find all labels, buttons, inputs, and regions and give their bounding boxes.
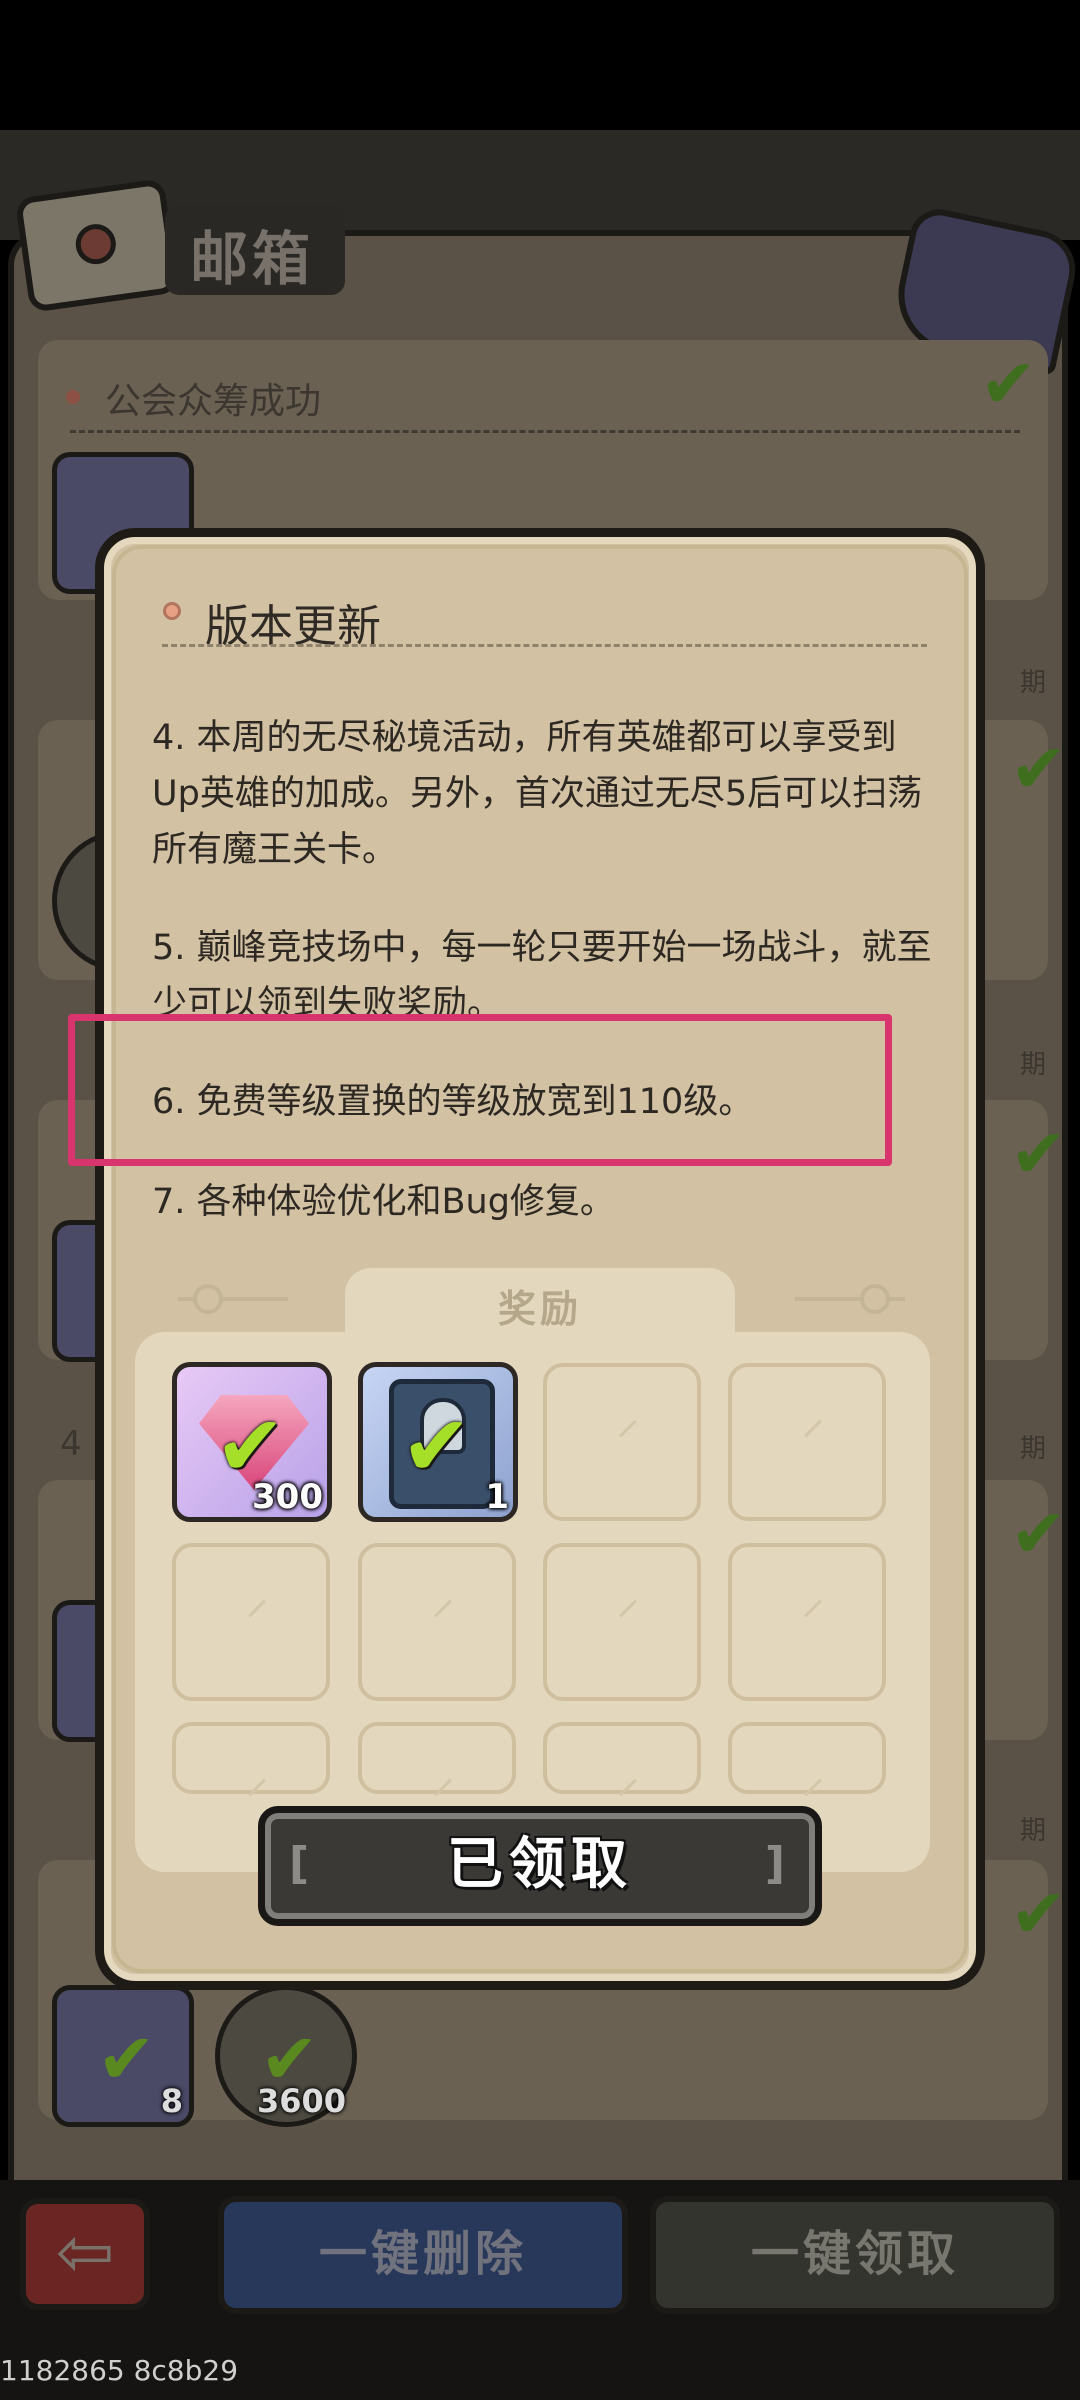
reward-ornament-right: [795, 1284, 905, 1314]
mail-item-coin: ✔ 3600: [215, 1985, 357, 2127]
claimed-check-icon: ✔: [1010, 730, 1067, 809]
item-count: 3600: [256, 2082, 346, 2120]
highlight-box: [68, 1014, 892, 1166]
mail-title: 公会众筹成功: [105, 381, 322, 422]
empty-reward-slot: [543, 1722, 701, 1794]
claimed-button[interactable]: [ 已领取 ]: [258, 1806, 822, 1926]
mail-row-label: 4: [60, 1424, 82, 1464]
mail-item-gem: ✔ 8: [52, 1985, 194, 2127]
expiry-label: 期: [1020, 1434, 1047, 1464]
mail-divider: [70, 430, 1020, 433]
empty-reward-slot: [172, 1722, 330, 1794]
item-count: 1: [485, 1477, 509, 1517]
expiry-label: 期: [1020, 668, 1047, 698]
claimed-check-icon: ✔: [980, 345, 1037, 424]
claimed-check-icon: ✔: [1010, 1875, 1067, 1954]
unread-dot-icon: [66, 390, 80, 404]
reward-title: 奖励: [497, 1287, 582, 1331]
empty-reward-slot: [728, 1722, 886, 1794]
empty-reward-slot: [358, 1722, 516, 1794]
empty-reward-slot: [543, 1363, 701, 1521]
item-count: 300: [252, 1477, 323, 1517]
update-note-7: 7. 各种体验优化和Bug修复。: [152, 1182, 615, 1222]
empty-reward-slot: [728, 1543, 886, 1701]
reward-item-gem[interactable]: ✔ 300: [172, 1362, 332, 1522]
bracket-left-icon: [: [289, 1838, 316, 1889]
title-divider: [162, 644, 927, 647]
bracket-right-icon: ]: [764, 1838, 791, 1889]
claimed-check-icon: ✔: [1010, 1495, 1067, 1574]
claimed-button-label: 已领取: [447, 1832, 633, 1897]
expiry-label: 期: [1020, 1816, 1047, 1846]
delete-all-button[interactable]: 一键删除: [218, 2196, 628, 2314]
title-dot-icon: [163, 602, 181, 620]
claim-all-button[interactable]: 一键领取: [650, 2196, 1060, 2314]
mailbox-title: 邮箱: [190, 225, 315, 293]
empty-reward-slot: [358, 1543, 516, 1701]
reward-item-hero-book[interactable]: ✔ 1: [358, 1362, 518, 1522]
update-note-4: 4. 本周的无尽秘境活动，所有英雄都可以享受到Up英雄的加成。另外，首次通过无尽…: [152, 718, 923, 870]
reward-ornament-left: [178, 1284, 288, 1314]
build-id-label: 1182865 8c8b29: [0, 2354, 239, 2387]
expiry-label: 期: [1020, 1050, 1047, 1080]
back-button[interactable]: ⇦: [20, 2198, 150, 2310]
item-count: 8: [160, 2082, 183, 2120]
claimed-check-icon: ✔: [1010, 1115, 1067, 1194]
empty-reward-slot: [172, 1543, 330, 1701]
empty-reward-slot: [728, 1363, 886, 1521]
check-icon: ✔: [401, 1397, 472, 1495]
envelope-icon: [14, 178, 180, 313]
empty-reward-slot: [543, 1543, 701, 1701]
